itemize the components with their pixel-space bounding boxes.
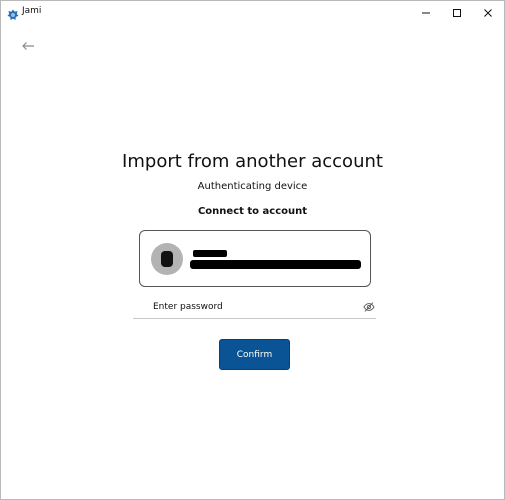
avatar [151,243,183,275]
eye-off-icon [363,298,375,317]
close-button[interactable] [472,1,504,23]
page-title: Import from another account [122,151,383,172]
back-button[interactable] [19,37,37,53]
arrow-left-icon [21,36,35,55]
password-field-row [133,297,376,319]
account-name-redacted [193,250,227,257]
password-input[interactable] [133,297,348,317]
maximize-button[interactable] [441,1,473,23]
avatar-redaction [161,251,173,267]
minimize-button[interactable] [410,1,442,23]
window-title: Jami [22,6,42,16]
page-subtitle: Authenticating device [197,181,308,192]
password-visibility-toggle[interactable] [362,300,376,314]
section-label: Connect to account [197,206,308,217]
minimize-icon [421,3,431,22]
jami-logo-icon [7,6,19,20]
close-icon [483,3,493,22]
title-bar[interactable]: Jami [1,1,504,23]
app-window: Jami Import from another account Authent… [0,0,505,500]
account-card[interactable] [139,230,371,287]
maximize-icon [452,3,462,22]
confirm-button[interactable]: Confirm [219,339,290,370]
account-id-redacted [190,260,361,269]
